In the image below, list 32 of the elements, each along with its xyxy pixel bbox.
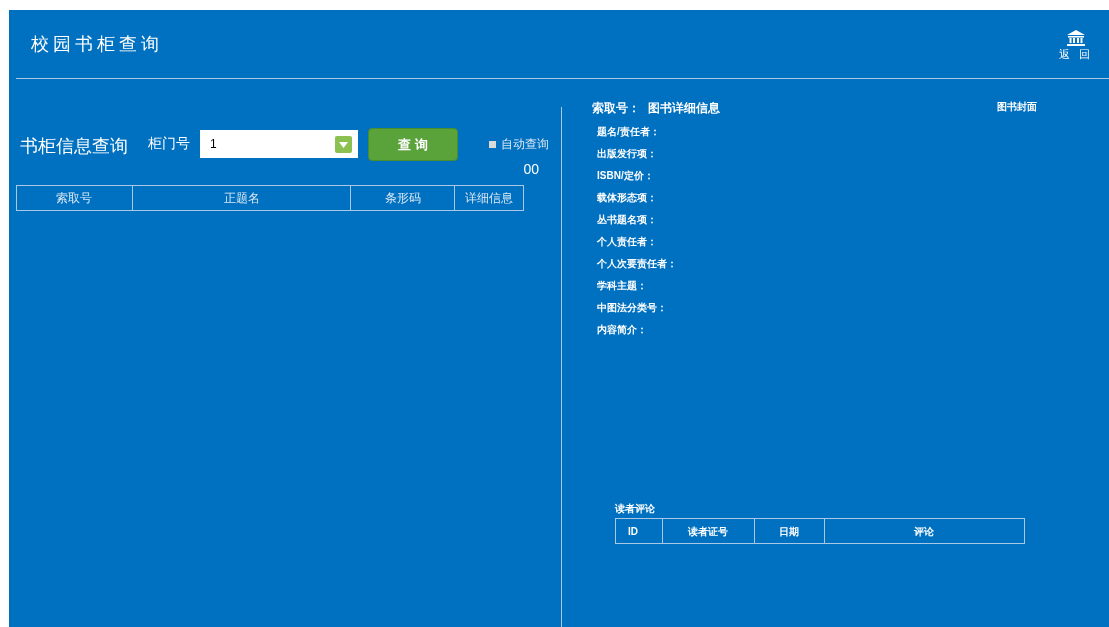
field-label: 题名/责任者： xyxy=(597,125,661,139)
door-label: 柜门号 xyxy=(148,134,190,153)
comments-title: 读者评论 xyxy=(615,502,656,516)
field-label: 中图法分类号： xyxy=(597,301,668,315)
call-number-label: 索取号： xyxy=(592,100,640,117)
field-label: 出版发行项： xyxy=(597,147,658,161)
building-icon xyxy=(1066,29,1085,46)
column-header: 条形码 xyxy=(350,186,455,210)
cover-label: 图书封面 xyxy=(997,100,1037,114)
field-label: 个人责任者： xyxy=(597,235,658,249)
column-header: 评论 xyxy=(823,519,1024,543)
field-label: ISBN/定价： xyxy=(597,169,655,183)
column-header: 正题名 xyxy=(131,186,351,210)
back-button[interactable]: 返 回 xyxy=(1058,25,1093,63)
column-header: 详细信息 xyxy=(454,186,523,210)
column-header: 索取号 xyxy=(55,190,94,207)
column-header: 日期 xyxy=(753,519,824,543)
app-title: 校园书柜查询 xyxy=(31,32,163,56)
field-label: 内容简介： xyxy=(597,323,648,337)
auto-query-checkbox[interactable] xyxy=(489,140,496,148)
field-label: 学科主题： xyxy=(597,279,648,293)
result-count: 00 xyxy=(523,160,539,179)
column-header: 读者证号 xyxy=(661,519,754,543)
field-label: 个人次要责任者： xyxy=(597,257,678,271)
auto-query-label: 自动查询 xyxy=(501,136,549,153)
door-dropdown[interactable]: 1 xyxy=(200,130,358,158)
field-label: 载体形态项： xyxy=(597,191,658,205)
field-label: 丛书题名项： xyxy=(597,213,658,227)
section-title: 书柜信息查询 xyxy=(20,135,128,158)
column-header: ID xyxy=(627,524,639,539)
query-button[interactable]: 查 询 xyxy=(368,128,458,161)
detail-title: 图书详细信息 xyxy=(648,100,720,117)
